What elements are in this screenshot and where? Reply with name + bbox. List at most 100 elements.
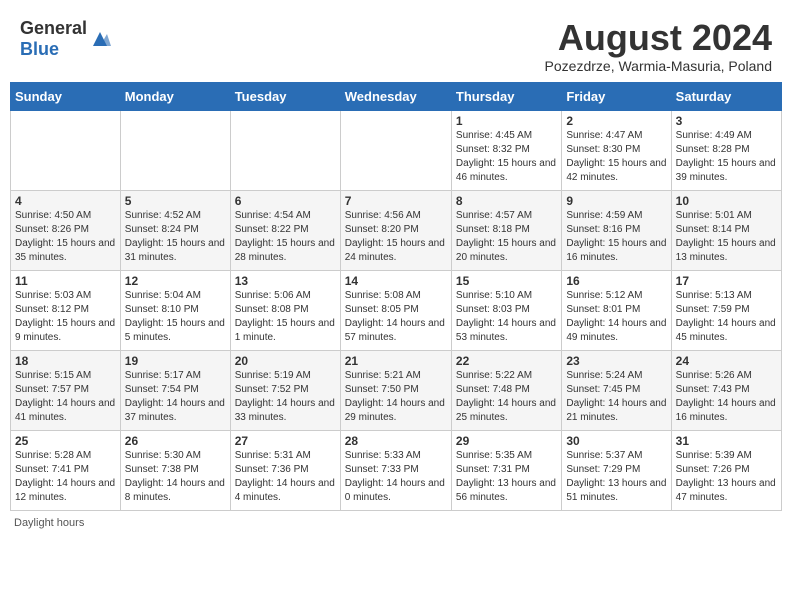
calendar-header-row: SundayMondayTuesdayWednesdayThursdayFrid… (11, 82, 782, 110)
table-row (340, 110, 451, 190)
day-info: Sunrise: 5:15 AMSunset: 7:57 PMDaylight:… (15, 369, 116, 425)
calendar-day-header: Thursday (451, 82, 561, 110)
logo-general: General (20, 18, 87, 38)
day-info: Sunrise: 5:31 AMSunset: 7:36 PMDaylight:… (235, 449, 336, 505)
day-info: Sunrise: 5:26 AMSunset: 7:43 PMDaylight:… (676, 369, 777, 425)
day-info: Sunrise: 4:45 AMSunset: 8:32 PMDaylight:… (456, 129, 557, 185)
table-row: 22Sunrise: 5:22 AMSunset: 7:48 PMDayligh… (451, 350, 561, 430)
table-row: 27Sunrise: 5:31 AMSunset: 7:36 PMDayligh… (230, 430, 340, 510)
day-number: 26 (125, 434, 226, 448)
table-row: 28Sunrise: 5:33 AMSunset: 7:33 PMDayligh… (340, 430, 451, 510)
day-info: Sunrise: 5:10 AMSunset: 8:03 PMDaylight:… (456, 289, 557, 345)
table-row: 13Sunrise: 5:06 AMSunset: 8:08 PMDayligh… (230, 270, 340, 350)
table-row: 14Sunrise: 5:08 AMSunset: 8:05 PMDayligh… (340, 270, 451, 350)
day-info: Sunrise: 5:22 AMSunset: 7:48 PMDaylight:… (456, 369, 557, 425)
day-info: Sunrise: 5:01 AMSunset: 8:14 PMDaylight:… (676, 209, 777, 265)
day-number: 29 (456, 434, 557, 448)
day-info: Sunrise: 5:28 AMSunset: 7:41 PMDaylight:… (15, 449, 116, 505)
table-row: 26Sunrise: 5:30 AMSunset: 7:38 PMDayligh… (120, 430, 230, 510)
day-info: Sunrise: 5:03 AMSunset: 8:12 PMDaylight:… (15, 289, 116, 345)
calendar-day-header: Friday (562, 82, 671, 110)
day-number: 18 (15, 354, 116, 368)
table-row: 7Sunrise: 4:56 AMSunset: 8:20 PMDaylight… (340, 190, 451, 270)
table-row (120, 110, 230, 190)
table-row: 4Sunrise: 4:50 AMSunset: 8:26 PMDaylight… (11, 190, 121, 270)
table-row (11, 110, 121, 190)
day-number: 8 (456, 194, 557, 208)
table-row: 23Sunrise: 5:24 AMSunset: 7:45 PMDayligh… (562, 350, 671, 430)
table-row: 6Sunrise: 4:54 AMSunset: 8:22 PMDaylight… (230, 190, 340, 270)
daylight-hours-label: Daylight hours (14, 517, 84, 529)
day-info: Sunrise: 4:56 AMSunset: 8:20 PMDaylight:… (345, 209, 447, 265)
table-row: 29Sunrise: 5:35 AMSunset: 7:31 PMDayligh… (451, 430, 561, 510)
table-row: 2Sunrise: 4:47 AMSunset: 8:30 PMDaylight… (562, 110, 671, 190)
day-info: Sunrise: 5:33 AMSunset: 7:33 PMDaylight:… (345, 449, 447, 505)
table-row: 11Sunrise: 5:03 AMSunset: 8:12 PMDayligh… (11, 270, 121, 350)
table-row: 25Sunrise: 5:28 AMSunset: 7:41 PMDayligh… (11, 430, 121, 510)
table-row (230, 110, 340, 190)
day-number: 31 (676, 434, 777, 448)
day-info: Sunrise: 4:47 AMSunset: 8:30 PMDaylight:… (566, 129, 666, 185)
day-number: 19 (125, 354, 226, 368)
day-number: 9 (566, 194, 666, 208)
calendar-week-row: 11Sunrise: 5:03 AMSunset: 8:12 PMDayligh… (11, 270, 782, 350)
calendar-day-header: Sunday (11, 82, 121, 110)
day-number: 24 (676, 354, 777, 368)
calendar-table: SundayMondayTuesdayWednesdayThursdayFrid… (10, 82, 782, 511)
table-row: 21Sunrise: 5:21 AMSunset: 7:50 PMDayligh… (340, 350, 451, 430)
table-row: 12Sunrise: 5:04 AMSunset: 8:10 PMDayligh… (120, 270, 230, 350)
day-number: 12 (125, 274, 226, 288)
title-area: August 2024 Pozezdrze, Warmia-Masuria, P… (545, 18, 772, 74)
day-number: 20 (235, 354, 336, 368)
table-row: 5Sunrise: 4:52 AMSunset: 8:24 PMDaylight… (120, 190, 230, 270)
logo-blue: Blue (20, 39, 59, 59)
month-year-title: August 2024 (545, 18, 772, 58)
day-info: Sunrise: 5:30 AMSunset: 7:38 PMDaylight:… (125, 449, 226, 505)
day-info: Sunrise: 4:52 AMSunset: 8:24 PMDaylight:… (125, 209, 226, 265)
day-number: 11 (15, 274, 116, 288)
footer: Daylight hours (10, 517, 782, 529)
table-row: 16Sunrise: 5:12 AMSunset: 8:01 PMDayligh… (562, 270, 671, 350)
day-number: 4 (15, 194, 116, 208)
calendar-week-row: 18Sunrise: 5:15 AMSunset: 7:57 PMDayligh… (11, 350, 782, 430)
table-row: 18Sunrise: 5:15 AMSunset: 7:57 PMDayligh… (11, 350, 121, 430)
day-info: Sunrise: 5:08 AMSunset: 8:05 PMDaylight:… (345, 289, 447, 345)
logo-icon (89, 28, 111, 50)
day-number: 27 (235, 434, 336, 448)
day-number: 2 (566, 114, 666, 128)
day-number: 5 (125, 194, 226, 208)
table-row: 20Sunrise: 5:19 AMSunset: 7:52 PMDayligh… (230, 350, 340, 430)
table-row: 9Sunrise: 4:59 AMSunset: 8:16 PMDaylight… (562, 190, 671, 270)
table-row: 24Sunrise: 5:26 AMSunset: 7:43 PMDayligh… (671, 350, 781, 430)
day-number: 10 (676, 194, 777, 208)
day-number: 7 (345, 194, 447, 208)
day-info: Sunrise: 5:35 AMSunset: 7:31 PMDaylight:… (456, 449, 557, 505)
day-info: Sunrise: 4:50 AMSunset: 8:26 PMDaylight:… (15, 209, 116, 265)
table-row: 31Sunrise: 5:39 AMSunset: 7:26 PMDayligh… (671, 430, 781, 510)
calendar-day-header: Wednesday (340, 82, 451, 110)
table-row: 10Sunrise: 5:01 AMSunset: 8:14 PMDayligh… (671, 190, 781, 270)
calendar-week-row: 25Sunrise: 5:28 AMSunset: 7:41 PMDayligh… (11, 430, 782, 510)
day-info: Sunrise: 5:17 AMSunset: 7:54 PMDaylight:… (125, 369, 226, 425)
day-number: 30 (566, 434, 666, 448)
day-info: Sunrise: 5:04 AMSunset: 8:10 PMDaylight:… (125, 289, 226, 345)
location-subtitle: Pozezdrze, Warmia-Masuria, Poland (545, 58, 772, 74)
logo: General Blue (20, 18, 111, 60)
day-number: 1 (456, 114, 557, 128)
day-number: 13 (235, 274, 336, 288)
day-info: Sunrise: 5:19 AMSunset: 7:52 PMDaylight:… (235, 369, 336, 425)
day-number: 28 (345, 434, 447, 448)
calendar-day-header: Tuesday (230, 82, 340, 110)
day-info: Sunrise: 5:37 AMSunset: 7:29 PMDaylight:… (566, 449, 666, 505)
day-info: Sunrise: 5:24 AMSunset: 7:45 PMDaylight:… (566, 369, 666, 425)
day-info: Sunrise: 5:06 AMSunset: 8:08 PMDaylight:… (235, 289, 336, 345)
day-number: 25 (15, 434, 116, 448)
table-row: 30Sunrise: 5:37 AMSunset: 7:29 PMDayligh… (562, 430, 671, 510)
day-number: 23 (566, 354, 666, 368)
day-number: 22 (456, 354, 557, 368)
day-info: Sunrise: 5:21 AMSunset: 7:50 PMDaylight:… (345, 369, 447, 425)
table-row: 8Sunrise: 4:57 AMSunset: 8:18 PMDaylight… (451, 190, 561, 270)
table-row: 19Sunrise: 5:17 AMSunset: 7:54 PMDayligh… (120, 350, 230, 430)
day-number: 3 (676, 114, 777, 128)
calendar-week-row: 4Sunrise: 4:50 AMSunset: 8:26 PMDaylight… (11, 190, 782, 270)
